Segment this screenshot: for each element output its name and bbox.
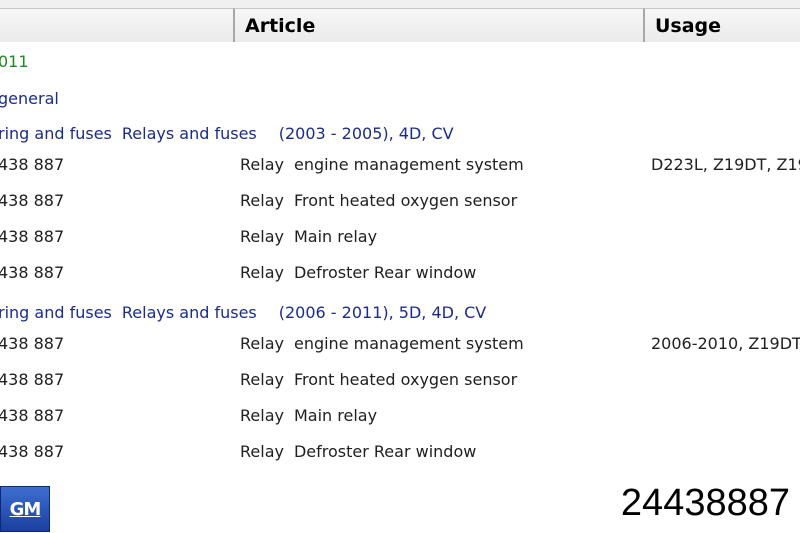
article-desc: Defroster Rear window: [293, 442, 477, 461]
article-desc: Defroster Rear window: [293, 263, 477, 282]
part-number-cell: 438 887: [0, 370, 65, 389]
article-type: Relay: [240, 406, 284, 425]
table-row[interactable]: 438 887 Relay Defroster Rear window: [0, 440, 800, 464]
table-row[interactable]: 438 887 Relay Main relay: [0, 404, 800, 428]
group-category: ring and fuses: [0, 303, 112, 322]
tree-node-year-label: 011: [0, 52, 29, 71]
article-type: Relay: [240, 334, 284, 353]
column-header-usage[interactable]: Usage: [643, 8, 800, 42]
gm-logo: GM: [0, 486, 50, 532]
article-desc: Main relay: [293, 227, 378, 246]
group-header-row[interactable]: ring and fuses Relays and fuses (2003 - 20…: [0, 122, 800, 146]
part-number-cell: 438 887: [0, 227, 65, 246]
part-number-cell: 438 887: [0, 155, 65, 174]
group-subcategory: Relays and fuses: [121, 303, 257, 322]
gm-logo-text: GM: [9, 498, 42, 520]
column-header-part[interactable]: [0, 8, 233, 42]
column-header-article[interactable]: Article: [233, 8, 643, 42]
part-number-cell: 438 887: [0, 263, 65, 282]
article-desc: Front heated oxygen sensor: [293, 191, 518, 210]
table-row[interactable]: 438 887 Relay engine management system D2…: [0, 153, 800, 177]
table-row[interactable]: 438 887 Relay Front heated oxygen sensor: [0, 189, 800, 213]
column-header-bar: Article Usage: [0, 0, 800, 42]
part-number-cell: 438 887: [0, 442, 65, 461]
article-type: Relay: [240, 227, 284, 246]
article-desc: Front heated oxygen sensor: [293, 370, 518, 389]
usage-cell: D223L, Z19DT, Z19: [651, 155, 800, 174]
table-row[interactable]: 438 887 Relay Main relay: [0, 225, 800, 249]
part-number-cell: 438 887: [0, 334, 65, 353]
group-category: ring and fuses: [0, 124, 112, 143]
group-header-row[interactable]: ring and fuses Relays and fuses (2006 - 20…: [0, 301, 800, 325]
article-desc: Main relay: [293, 406, 378, 425]
table-row[interactable]: 438 887 Relay engine management system 20…: [0, 332, 800, 356]
article-desc: engine management system: [293, 334, 524, 353]
part-number-cell: 438 887: [0, 191, 65, 210]
group-range: (2006 - 2011), 5D, 4D, CV: [278, 303, 487, 322]
tree-node-general-label: general: [0, 89, 59, 108]
usage-cell: 2006-2010, Z19DTH: [651, 334, 800, 353]
part-number-label: 24438887: [620, 482, 790, 524]
part-number-cell: 438 887: [0, 406, 65, 425]
group-subcategory: Relays and fuses: [121, 124, 257, 143]
article-type: Relay: [240, 155, 284, 174]
table-row[interactable]: 438 887 Relay Front heated oxygen sensor: [0, 368, 800, 392]
article-type: Relay: [240, 370, 284, 389]
article-type: Relay: [240, 442, 284, 461]
article-type: Relay: [240, 263, 284, 282]
article-desc: engine management system: [293, 155, 524, 174]
article-type: Relay: [240, 191, 284, 210]
group-range: (2003 - 2005), 4D, CV: [278, 124, 454, 143]
table-row[interactable]: 438 887 Relay Defroster Rear window: [0, 261, 800, 285]
